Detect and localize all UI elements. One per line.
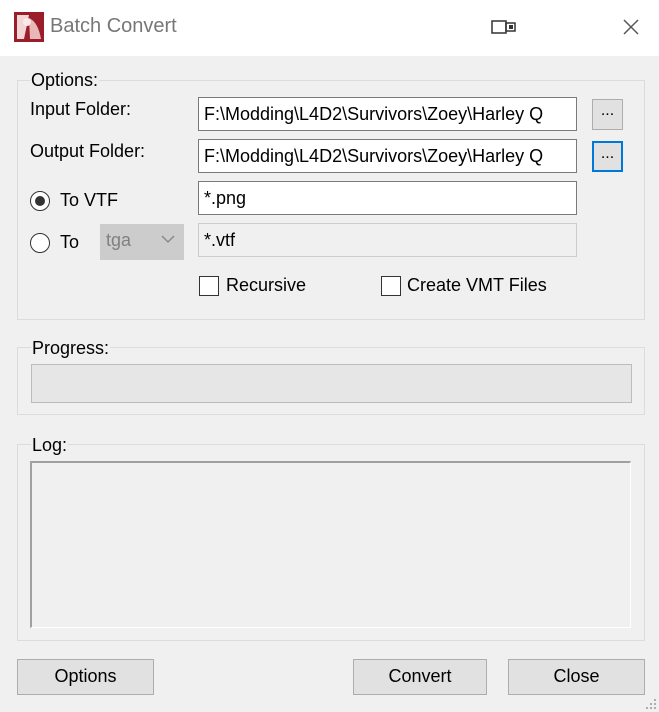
to-format-label[interactable]: To [60, 232, 79, 253]
output-filter-field: *.vtf [198, 223, 577, 257]
title-bar: Batch Convert [0, 0, 659, 56]
to-vtf-label[interactable]: To VTF [60, 190, 118, 211]
recursive-label[interactable]: Recursive [226, 275, 306, 296]
chevron-down-icon [161, 235, 175, 244]
convert-button[interactable]: Convert [353, 659, 487, 695]
create-vmt-label[interactable]: Create VMT Files [407, 275, 547, 296]
options-button[interactable]: Options [17, 659, 154, 695]
progress-group-label: Progress: [31, 338, 111, 359]
input-folder-label: Input Folder: [30, 99, 132, 119]
to-vtf-radio[interactable] [30, 191, 50, 211]
pin-icon[interactable] [491, 17, 517, 37]
create-vmt-checkbox[interactable] [381, 276, 401, 296]
input-folder-field[interactable]: F:\Modding\L4D2\Survivors\Zoey\Harley Q [198, 97, 577, 131]
log-textarea[interactable] [30, 461, 631, 628]
output-folder-label: Output Folder: [30, 141, 146, 161]
recursive-checkbox[interactable] [199, 276, 219, 296]
progress-bar [31, 364, 632, 403]
close-button[interactable]: Close [508, 659, 645, 695]
close-icon[interactable] [618, 14, 644, 40]
window-title: Batch Convert [50, 15, 177, 37]
to-format-radio[interactable] [30, 233, 50, 253]
format-select: tga [100, 224, 184, 260]
output-browse-button[interactable]: ... [592, 141, 623, 172]
input-filter-field[interactable]: *.png [198, 181, 577, 215]
input-browse-button[interactable]: ... [592, 99, 623, 130]
resize-grip-icon[interactable] [643, 696, 657, 710]
options-group-label: Options: [30, 70, 100, 91]
output-folder-field[interactable]: F:\Modding\L4D2\Survivors\Zoey\Harley Q [198, 139, 577, 173]
log-group-label: Log: [31, 435, 69, 456]
app-icon [14, 12, 44, 42]
format-select-value: tga [106, 230, 132, 250]
